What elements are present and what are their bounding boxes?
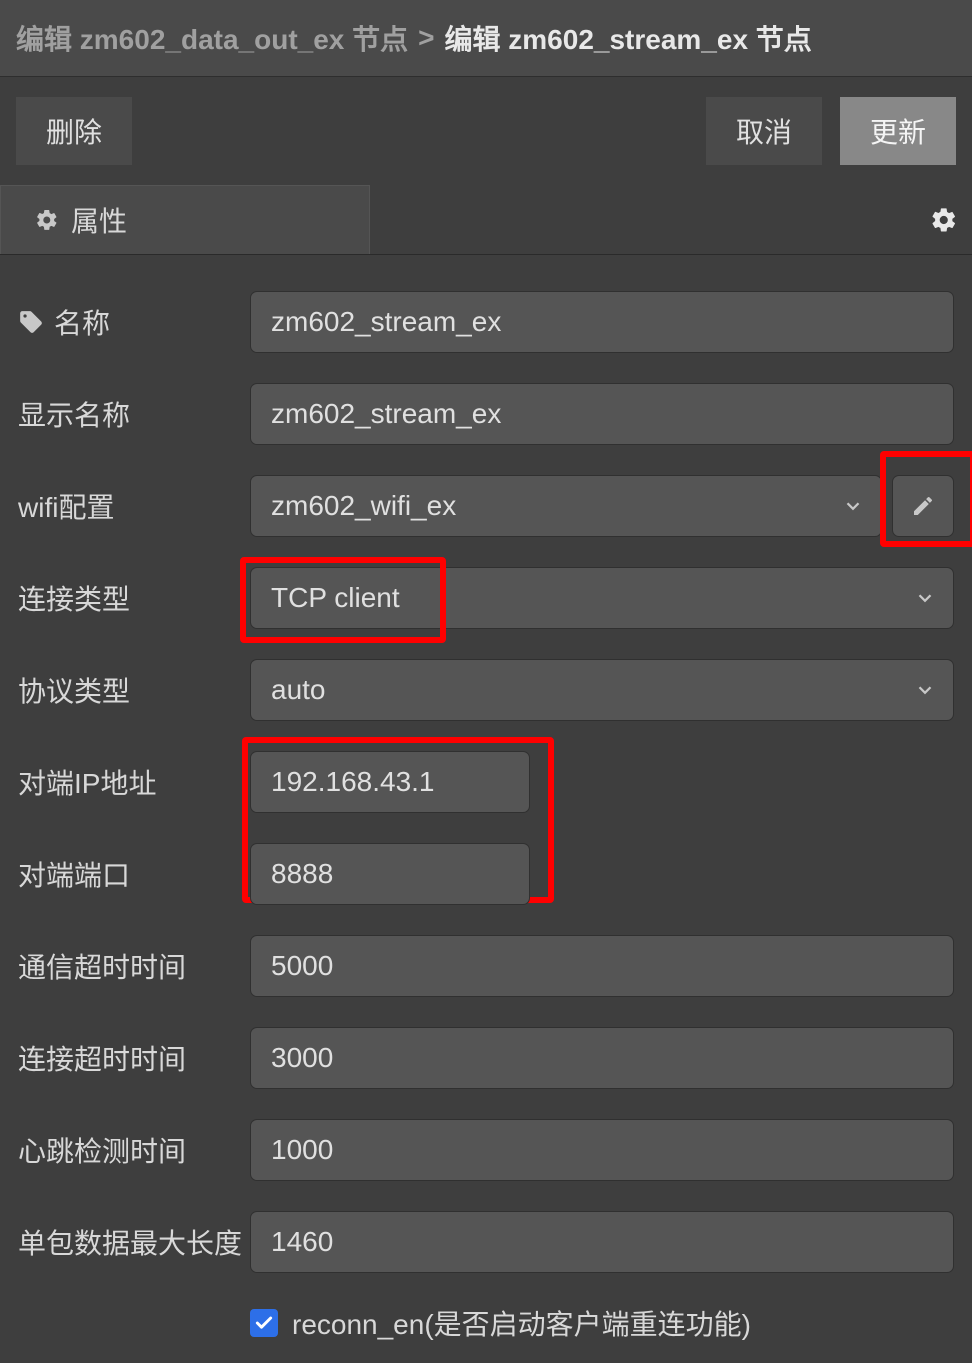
gear-icon xyxy=(930,206,958,234)
select-wifi-config[interactable]: zm602_wifi_ex xyxy=(250,475,882,537)
label-reconn-en: reconn_en(是否启动客户端重连功能) xyxy=(292,1303,751,1343)
edit-wifi-config-button[interactable] xyxy=(892,475,954,537)
label-wifi-config: wifi配置 xyxy=(18,486,250,526)
settings-gear-button[interactable] xyxy=(916,185,972,254)
row-peer-port: 对端端口 xyxy=(18,843,954,905)
input-name[interactable] xyxy=(250,291,954,353)
label-name: 名称 xyxy=(18,302,250,342)
update-button[interactable]: 更新 xyxy=(840,97,956,165)
row-conn-timeout: 连接超时时间 xyxy=(18,1027,954,1089)
input-heartbeat[interactable] xyxy=(250,1119,954,1181)
cancel-button[interactable]: 取消 xyxy=(706,97,822,165)
label-comm-timeout: 通信超时时间 xyxy=(18,946,250,986)
pencil-icon xyxy=(911,494,935,518)
select-conn-type[interactable]: TCP client xyxy=(250,567,954,629)
label-display-name: 显示名称 xyxy=(18,394,250,434)
row-proto-type: 协议类型 auto xyxy=(18,659,954,721)
breadcrumb-previous[interactable]: 编辑 zm602_data_out_ex 节点 xyxy=(16,18,408,58)
label-proto-type: 协议类型 xyxy=(18,670,250,710)
row-wifi-config: wifi配置 zm602_wifi_ex xyxy=(18,475,954,537)
row-heartbeat: 心跳检测时间 xyxy=(18,1119,954,1181)
select-proto-type[interactable]: auto xyxy=(250,659,954,721)
breadcrumb-bar: 编辑 zm602_data_out_ex 节点 > 编辑 zm602_strea… xyxy=(0,0,972,77)
gear-icon xyxy=(35,208,59,232)
label-conn-timeout: 连接超时时间 xyxy=(18,1038,250,1078)
select-conn-type-value: TCP client xyxy=(271,582,400,614)
action-bar: 删除 取消 更新 xyxy=(0,77,972,185)
label-heartbeat: 心跳检测时间 xyxy=(18,1130,250,1170)
label-max-packet: 单包数据最大长度 xyxy=(18,1222,250,1262)
input-peer-port[interactable] xyxy=(250,843,530,905)
select-proto-type-value: auto xyxy=(271,674,326,706)
label-peer-port: 对端端口 xyxy=(18,854,250,894)
row-max-packet: 单包数据最大长度 xyxy=(18,1211,954,1273)
input-peer-ip[interactable] xyxy=(250,751,530,813)
input-conn-timeout[interactable] xyxy=(250,1027,954,1089)
row-reconn-en: reconn_en(是否启动客户端重连功能) xyxy=(250,1303,954,1343)
tab-properties[interactable]: 属性 xyxy=(0,185,370,254)
input-display-name[interactable] xyxy=(250,383,954,445)
form-area: 名称 显示名称 wifi配置 zm602_wifi_ex xyxy=(0,255,972,1363)
row-comm-timeout: 通信超时时间 xyxy=(18,935,954,997)
tab-properties-label: 属性 xyxy=(71,200,127,240)
check-icon xyxy=(254,1313,274,1333)
input-comm-timeout[interactable] xyxy=(250,935,954,997)
label-peer-ip: 对端IP地址 xyxy=(18,762,250,802)
delete-button[interactable]: 删除 xyxy=(16,97,132,165)
label-name-text: 名称 xyxy=(54,302,110,342)
row-display-name: 显示名称 xyxy=(18,383,954,445)
label-conn-type: 连接类型 xyxy=(18,578,250,618)
tab-row: 属性 xyxy=(0,185,972,255)
row-name: 名称 xyxy=(18,291,954,353)
row-peer-ip: 对端IP地址 xyxy=(18,751,954,813)
breadcrumb-current: 编辑 zm602_stream_ex 节点 xyxy=(445,18,812,58)
row-conn-type: 连接类型 TCP client xyxy=(18,567,954,629)
breadcrumb-separator: > xyxy=(418,22,434,54)
select-wifi-config-value: zm602_wifi_ex xyxy=(271,490,456,522)
input-max-packet[interactable] xyxy=(250,1211,954,1273)
tag-icon xyxy=(18,309,44,335)
checkbox-reconn-en[interactable] xyxy=(250,1309,278,1337)
